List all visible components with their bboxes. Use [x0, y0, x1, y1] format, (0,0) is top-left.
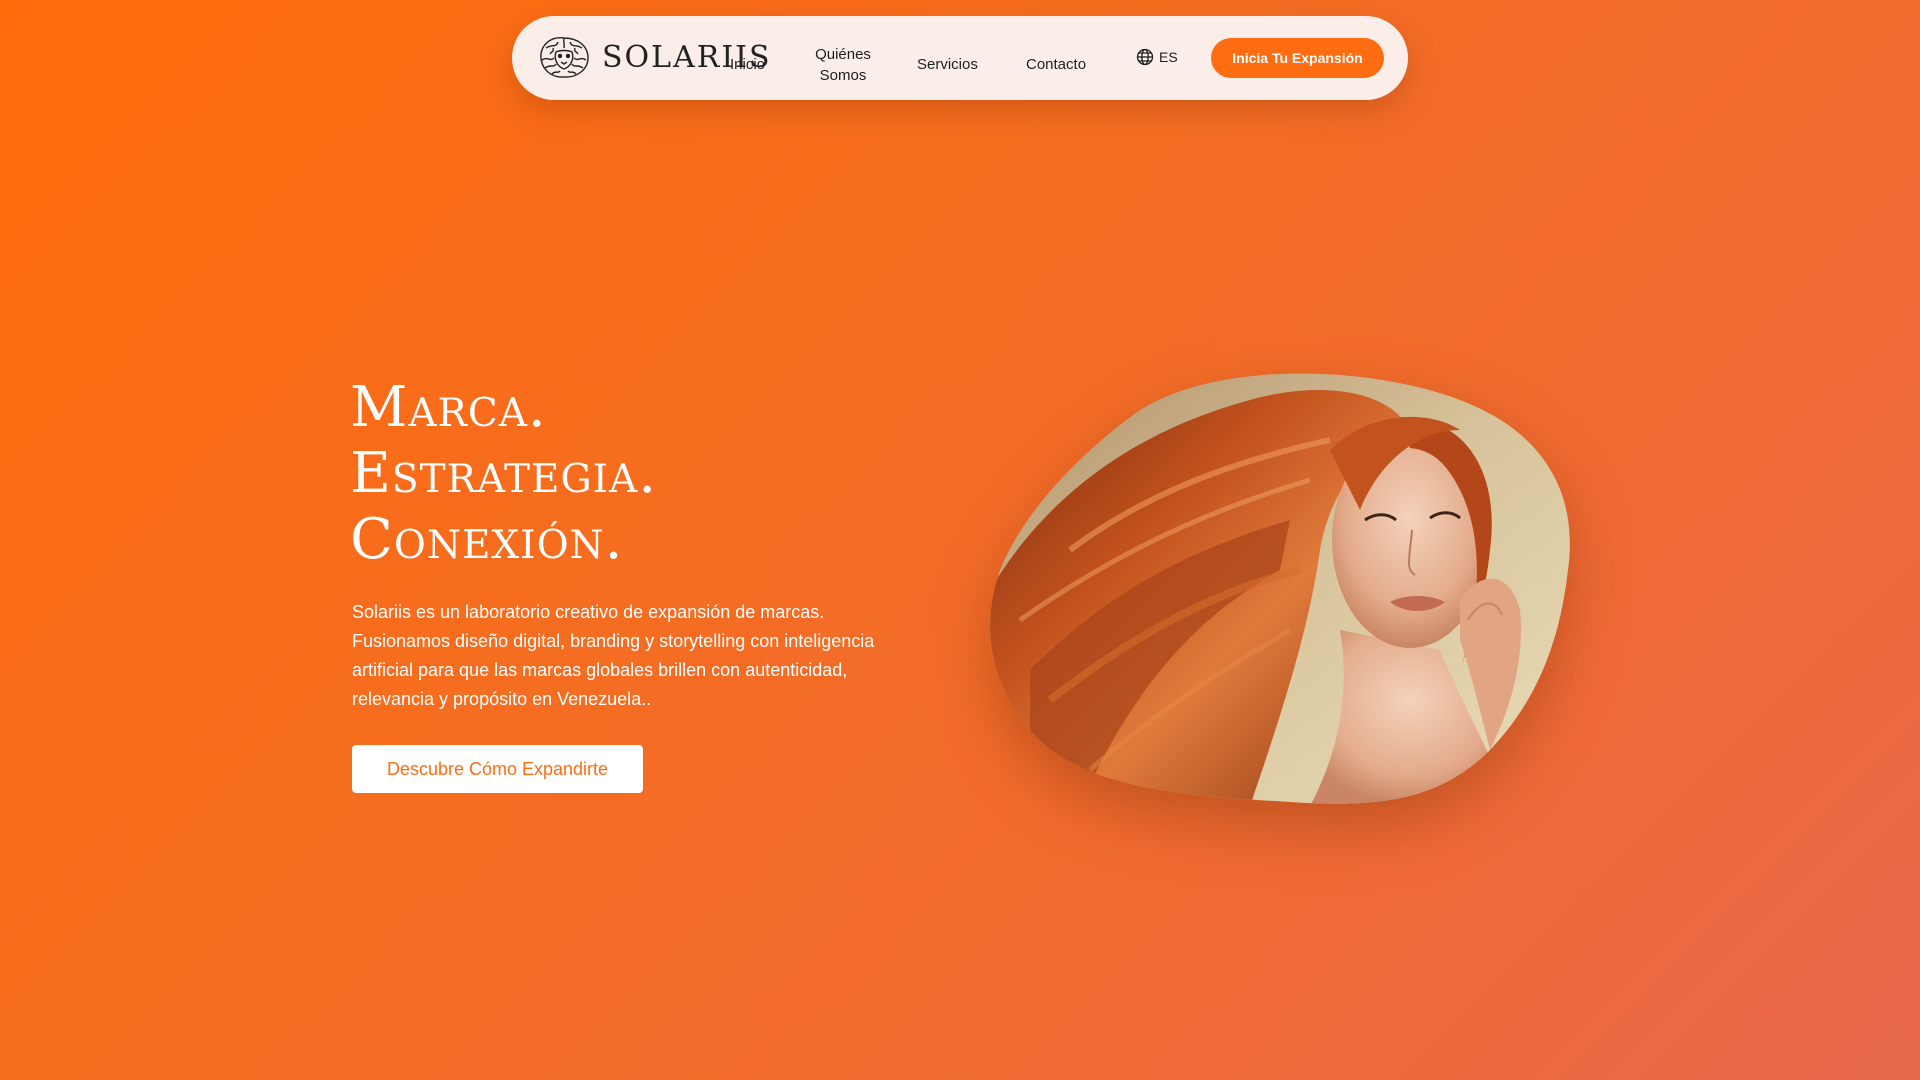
- language-selector[interactable]: ES: [1136, 48, 1178, 66]
- hero-title-line: Estrategia.: [350, 441, 658, 506]
- nav-quienes-somos[interactable]: Quiénes Somos: [810, 44, 876, 86]
- language-label: ES: [1159, 49, 1178, 65]
- nav-quienes-somos-line1: Quiénes: [815, 46, 871, 63]
- lion-head-icon: [540, 37, 589, 78]
- globe-icon: [1136, 48, 1154, 66]
- nav-contacto[interactable]: Contacto: [1026, 54, 1086, 75]
- portrait-illustration: [990, 373, 1570, 804]
- start-expansion-button[interactable]: Inicia Tu Expansión: [1211, 38, 1384, 78]
- hero-title: Marca. Estrategia. Conexión.: [350, 375, 657, 573]
- hero-image: [990, 370, 1570, 806]
- hero-title-line: Conexión.: [350, 507, 624, 572]
- discover-expansion-button[interactable]: Descubre Cómo Expandirte: [352, 745, 643, 793]
- nav-quienes-somos-line2: Somos: [819, 67, 867, 84]
- nav-servicios[interactable]: Servicios: [917, 54, 978, 75]
- main-navbar: SOLARIIS Inicio Quiénes Somos Servicios …: [512, 16, 1408, 100]
- hero-title-line: Marca.: [350, 375, 547, 440]
- hero-description: Solariis es un laboratorio creativo de e…: [352, 602, 875, 709]
- nav-inicio[interactable]: Inicio: [730, 54, 765, 75]
